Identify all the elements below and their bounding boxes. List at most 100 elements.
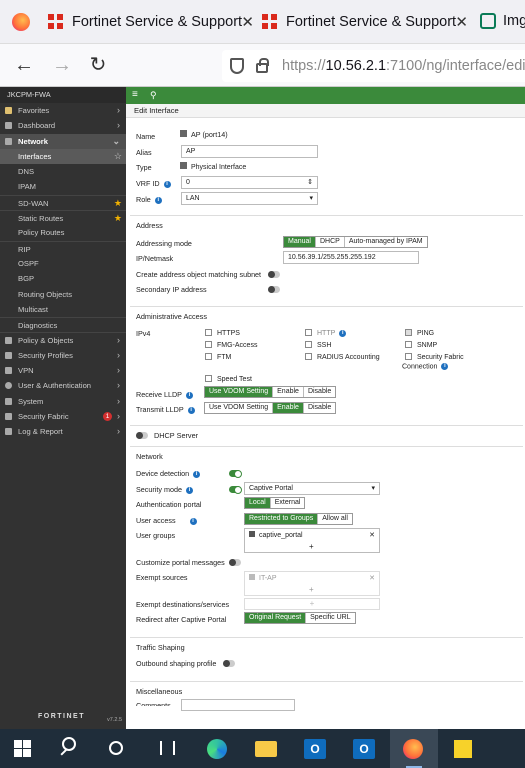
checkbox[interactable] (305, 353, 312, 360)
https-checkbox[interactable]: HTTPS (205, 329, 240, 337)
info-icon[interactable]: i (154, 196, 162, 204)
firefox-taskbar-button[interactable] (390, 729, 438, 768)
star-icon[interactable]: ★ (114, 196, 122, 211)
outlook-pre-button[interactable]: O (341, 729, 389, 768)
sidebar-item-diagnostics[interactable]: Diagnostics (0, 317, 126, 332)
sidebar-item-security-fabric[interactable]: Security Fabric 1 › (0, 409, 126, 424)
speed-test-checkbox[interactable]: Speed Test (205, 375, 252, 383)
checkbox[interactable] (305, 329, 312, 336)
sidebar-item-vpn[interactable]: VPN › (0, 363, 126, 378)
outbound-shaping-toggle[interactable] (223, 660, 235, 667)
info-icon[interactable]: i (441, 363, 449, 370)
sidebar-item-ospf[interactable]: OSPF (0, 256, 126, 271)
ip-netmask-input[interactable]: 10.56.39.1/255.255.255.192 (283, 251, 419, 264)
add-icon[interactable]: + (310, 599, 315, 608)
tx-lldp-disable-button[interactable]: Disable (304, 403, 335, 413)
mode-manual-button[interactable]: Manual (284, 237, 316, 247)
checkbox[interactable] (305, 341, 312, 348)
customize-portal-toggle[interactable] (229, 559, 241, 566)
exempt-destinations-field[interactable]: + (244, 598, 380, 610)
user-groups-field[interactable]: captive_portal ✕ + (244, 528, 380, 553)
close-tab-icon[interactable]: ✕ (241, 13, 254, 31)
cortana-button[interactable] (96, 729, 144, 768)
lock-icon[interactable] (256, 58, 269, 73)
security-mode-toggle[interactable] (229, 486, 242, 494)
checkbox[interactable] (205, 329, 212, 336)
sidebar-item-routing-objects[interactable]: Routing Objects (0, 287, 126, 302)
ftm-checkbox[interactable]: FTM (205, 353, 231, 361)
radius-accounting-checkbox[interactable]: RADIUS Accounting (305, 353, 380, 361)
info-icon[interactable]: i (193, 470, 201, 478)
file-explorer-button[interactable] (243, 729, 291, 768)
search-button[interactable] (48, 729, 96, 768)
back-arrow-icon[interactable]: ← (12, 54, 36, 76)
sidebar-item-dns[interactable]: DNS (0, 164, 126, 179)
role-select[interactable]: LAN ▾ (181, 192, 318, 205)
stepper-icon[interactable]: ⇕ (307, 177, 313, 188)
secondary-ip-toggle[interactable] (268, 286, 280, 293)
tx-lldp-enable-button[interactable]: Enable (273, 403, 304, 413)
checkbox[interactable] (405, 353, 412, 360)
menu-icon[interactable]: ≡ (132, 89, 138, 100)
sidebar-item-user-auth[interactable]: User & Authentication › (0, 378, 126, 393)
allow-all-button[interactable]: Allow all (318, 514, 352, 524)
ssh-checkbox[interactable]: SSH (305, 341, 331, 349)
search-icon[interactable]: ⚲ (150, 90, 157, 101)
close-tab-icon[interactable]: ✕ (455, 13, 468, 31)
ping-checkbox[interactable]: PING (405, 329, 434, 337)
dhcp-server-toggle[interactable] (136, 432, 148, 439)
browser-tab-1[interactable]: Fortinet Service & Support ✕ (48, 0, 260, 44)
vrf-id-input[interactable]: 0 ⇕ (181, 176, 318, 189)
sidebar-item-policy-routes[interactable]: Policy Routes (0, 225, 126, 240)
rx-lldp-vdom-button[interactable]: Use VDOM Setting (205, 387, 274, 397)
sidebar-item-policy-objects[interactable]: Policy & Objects › (0, 332, 126, 347)
info-icon[interactable]: i (185, 391, 193, 399)
auth-portal-local-button[interactable]: Local (245, 498, 271, 508)
sidebar-item-bgp[interactable]: BGP (0, 271, 126, 286)
address-bar[interactable]: https://10.56.2.1:7100/ng/interface/edit (222, 50, 525, 82)
security-mode-select[interactable]: Captive Portal ▾ (244, 482, 380, 495)
sidebar-item-system[interactable]: System › (0, 394, 126, 409)
info-icon[interactable]: i (339, 329, 347, 337)
checkbox[interactable] (205, 341, 212, 348)
remove-icon[interactable]: ✕ (369, 574, 375, 582)
checkbox[interactable] (205, 353, 212, 360)
tx-lldp-vdom-button[interactable]: Use VDOM Setting (205, 403, 274, 413)
device-detection-toggle[interactable] (229, 470, 242, 478)
sticky-notes-button[interactable] (440, 729, 488, 768)
shield-icon[interactable] (230, 58, 244, 74)
fmg-access-checkbox[interactable]: FMG-Access (205, 341, 257, 349)
auth-portal-external-button[interactable]: External (271, 498, 305, 508)
sidebar-item-multicast[interactable]: Multicast (0, 302, 126, 317)
reload-icon[interactable]: ↻ (86, 54, 110, 76)
sidebar-item-interfaces[interactable]: Interfaces ☆ (0, 148, 126, 165)
specific-url-button[interactable]: Specific URL (306, 613, 354, 623)
info-icon[interactable]: i (185, 486, 193, 494)
edge-button[interactable] (194, 729, 242, 768)
sidebar-item-network[interactable]: Network ⌄ (0, 133, 126, 149)
device-name[interactable]: JKCPM-FWA (0, 87, 126, 103)
info-icon[interactable]: i (163, 180, 171, 188)
mode-dhcp-button[interactable]: DHCP (316, 237, 345, 247)
sidebar-item-dashboard[interactable]: Dashboard › (0, 118, 126, 133)
checkbox[interactable] (405, 341, 412, 348)
task-view-button[interactable] (144, 729, 192, 768)
checkbox[interactable] (205, 375, 212, 382)
restricted-groups-button[interactable]: Restricted to Groups (245, 514, 319, 524)
sidebar-item-rip[interactable]: RIP (0, 240, 126, 256)
outlook-button[interactable]: O (292, 729, 340, 768)
forward-arrow-icon[interactable]: → (50, 54, 74, 76)
create-address-object-toggle[interactable] (268, 271, 280, 278)
sidebar-item-log-report[interactable]: Log & Report › (0, 424, 126, 439)
sidebar-item-ipam[interactable]: IPAM (0, 179, 126, 194)
security-fabric-checkbox[interactable]: Security Fabric (405, 353, 464, 361)
original-request-button[interactable]: Original Request (245, 613, 307, 623)
info-icon[interactable]: i (189, 517, 197, 525)
star-icon[interactable]: ★ (114, 211, 122, 226)
checkbox-checked[interactable] (405, 329, 412, 336)
start-button[interactable] (0, 729, 48, 768)
sidebar-item-security-profiles[interactable]: Security Profiles › (0, 348, 126, 363)
mode-ipam-button[interactable]: Auto-managed by IPAM (345, 237, 427, 247)
rx-lldp-disable-button[interactable]: Disable (304, 387, 335, 397)
sidebar-item-static-routes[interactable]: Static Routes ★ (0, 210, 126, 225)
